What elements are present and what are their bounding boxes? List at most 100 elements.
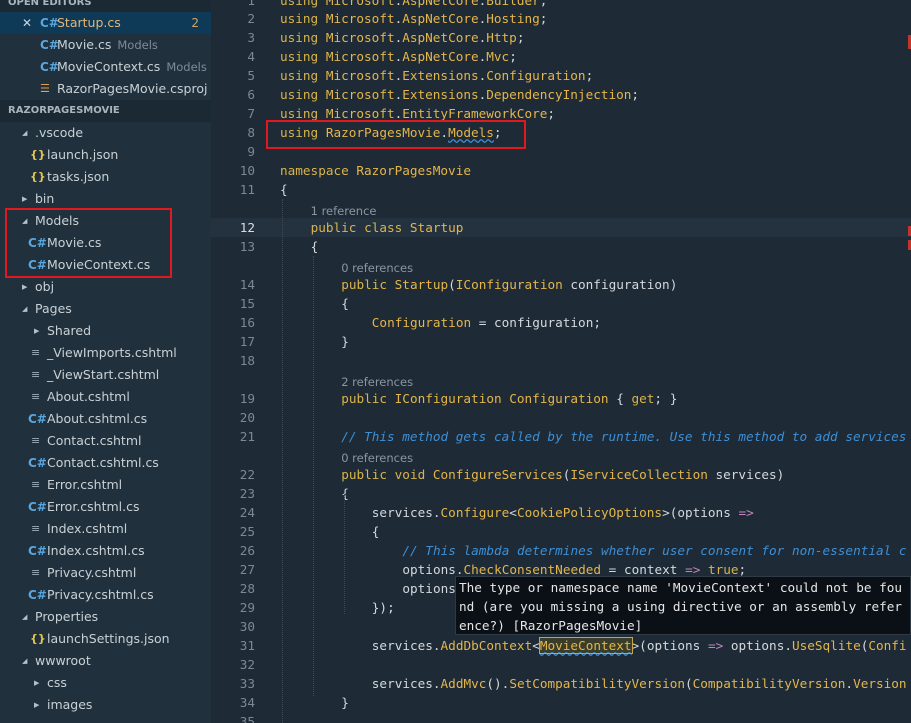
line-number: 34 <box>239 695 255 710</box>
tree-item[interactable]: ◢ wwwroot <box>0 650 211 672</box>
code-line[interactable]: 10 namespace RazorPagesMovie <box>211 161 911 180</box>
tree-item[interactable]: {} launchSettings.json <box>0 628 211 650</box>
tree-item[interactable]: ◢ Properties <box>0 606 211 628</box>
code-text: using Microsoft.AspNetCore.Mvc; <box>280 49 517 64</box>
code-text: public IConfiguration Configuration { ge… <box>341 391 678 406</box>
code-lens-references[interactable]: 0 references <box>341 260 413 276</box>
code-line[interactable]: 35 <box>211 712 911 723</box>
code-line[interactable]: 22 public void ConfigureServices(IService… <box>211 465 911 484</box>
code-line[interactable]: 33 services.AddMvc().SetCompatibilityVers… <box>211 674 911 693</box>
tree-item[interactable]: C# About.cshtml.cs <box>0 408 211 430</box>
tree-item-label: Contact.cshtml.cs <box>47 455 159 470</box>
code-line[interactable]: 25 { <box>211 522 911 541</box>
line-number: 14 <box>239 277 255 292</box>
code-line[interactable]: 19 public IConfiguration Configuration { … <box>211 389 911 408</box>
razor-file-icon: ≡ <box>31 478 41 491</box>
open-editor-movie[interactable]: C# Movie.cs Models <box>0 34 211 56</box>
code-lens-references[interactable]: 0 references <box>341 450 413 466</box>
json-file-icon: {} <box>30 632 46 645</box>
tree-item[interactable]: C# Index.cshtml.cs <box>0 540 211 562</box>
line-number: 24 <box>239 505 255 520</box>
tree-item-label: Error.cshtml.cs <box>47 499 140 514</box>
line-number: 19 <box>239 391 255 406</box>
line-number: 13 <box>239 239 255 254</box>
code-text: } <box>341 695 349 710</box>
tree-item[interactable]: ◢ .vscode <box>0 122 211 144</box>
project-file-icon: ☰ <box>40 82 50 95</box>
code-line[interactable]: 20 <box>211 408 911 427</box>
chevron-down-icon: ◢ <box>22 613 28 621</box>
tree-item[interactable]: ≡ Privacy.cshtml <box>0 562 211 584</box>
tree-item[interactable]: ≡ About.cshtml <box>0 386 211 408</box>
line-number: 5 <box>247 68 255 83</box>
code-line[interactable]: 4 using Microsoft.AspNetCore.Mvc; <box>211 47 911 66</box>
code-line[interactable]: 26 // This lambda determines whether user… <box>211 541 911 560</box>
line-number: 35 <box>239 714 255 723</box>
open-editor-label: Movie.cs <box>57 37 112 52</box>
project-header[interactable]: RAZORPAGESMOVIE <box>0 100 211 122</box>
code-line[interactable]: 17} <box>211 332 911 351</box>
code-line[interactable]: 24 services.Configure<CookiePolicyOptions… <box>211 503 911 522</box>
code-line[interactable]: 14 public Startup(IConfiguration configur… <box>211 275 911 294</box>
close-icon[interactable]: ✕ <box>22 12 32 34</box>
tree-item-label: Shared <box>47 323 92 338</box>
code-line[interactable]: 32 <box>211 655 911 674</box>
line-number: 8 <box>247 125 255 140</box>
line-number: 10 <box>239 163 255 178</box>
tree-item[interactable]: C# Error.cshtml.cs <box>0 496 211 518</box>
tree-item[interactable]: ▶ bin <box>0 188 211 210</box>
code-line[interactable]: 11 { <box>211 180 911 199</box>
razor-file-icon: ≡ <box>31 390 41 403</box>
tree-item[interactable]: {} launch.json <box>0 144 211 166</box>
line-number: 32 <box>239 657 255 672</box>
tree-item[interactable]: C# Contact.cshtml.cs <box>0 452 211 474</box>
tree-item[interactable]: ≡ _ViewImports.cshtml <box>0 342 211 364</box>
line-number: 23 <box>239 486 255 501</box>
code-lens-references[interactable]: 2 references <box>341 374 413 390</box>
tree-item[interactable]: ▶ Shared <box>0 320 211 342</box>
code-line[interactable]: 5 using Microsoft.Extensions.Configuratio… <box>211 66 911 85</box>
open-editor-label: RazorPagesMovie.csproj <box>57 81 208 96</box>
tree-item[interactable]: ≡ Index.cshtml <box>0 518 211 540</box>
tree-item[interactable]: ▶ obj <box>0 276 211 298</box>
open-editor-startup[interactable]: ✕ C# Startup.cs 2 <box>0 12 211 34</box>
tree-item-label: Index.cshtml.cs <box>47 543 145 558</box>
csharp-file-icon: C# <box>28 412 47 426</box>
open-editor-folder: Models <box>166 60 207 74</box>
code-line[interactable]: 21 // This method gets called by the runt… <box>211 427 911 446</box>
line-number: 15 <box>239 296 255 311</box>
code-line[interactable]: 31 services.AddDbContext<MovieContext>(op… <box>211 636 911 655</box>
code-line[interactable]: 13 { <box>211 237 911 256</box>
code-line[interactable]: 2 using Microsoft.AspNetCore.Hosting; <box>211 9 911 28</box>
tree-item-label: Contact.cshtml <box>47 433 142 448</box>
tree-item[interactable]: ≡ Contact.cshtml <box>0 430 211 452</box>
code-line[interactable]: 3 using Microsoft.AspNetCore.Http; <box>211 28 911 47</box>
chevron-down-icon: ◢ <box>22 305 28 313</box>
open-editor-csproj[interactable]: ☰ RazorPagesMovie.csproj <box>0 78 211 100</box>
code-line[interactable]: 16 Configuration = configuration; <box>211 313 911 332</box>
code-line[interactable]: 18 <box>211 351 911 370</box>
code-text: { <box>310 239 319 254</box>
tree-item[interactable]: ◢ Pages <box>0 298 211 320</box>
code-line[interactable]: 23 { <box>211 484 911 503</box>
tree-item[interactable]: C# Privacy.cshtml.cs <box>0 584 211 606</box>
code-line[interactable]: 15 { <box>211 294 911 313</box>
chevron-right-icon: ▶ <box>22 283 28 291</box>
csharp-file-icon: C# <box>28 544 47 558</box>
tree-item-label: images <box>47 697 93 712</box>
open-editor-moviecontext[interactable]: C# MovieContext.cs Models <box>0 56 211 78</box>
code-text: // This method gets called by the runtim… <box>341 429 907 444</box>
line-number: 9 <box>247 144 255 159</box>
code-line[interactable]: 34} <box>211 693 911 712</box>
tree-item[interactable]: ▶ images <box>0 694 211 716</box>
code-line[interactable]: 6 using Microsoft.Extensions.DependencyIn… <box>211 85 911 104</box>
tree-item[interactable]: ≡ Error.cshtml <box>0 474 211 496</box>
code-text: } <box>341 334 349 349</box>
code-lens-references[interactable]: 1 reference <box>311 203 377 219</box>
tree-item[interactable]: ▶ css <box>0 672 211 694</box>
code-line[interactable]: 12 public class Startup <box>211 218 911 237</box>
line-number: 20 <box>239 410 255 425</box>
tree-item[interactable]: ≡ _ViewStart.cshtml <box>0 364 211 386</box>
chevron-right-icon: ▶ <box>34 327 40 335</box>
tree-item[interactable]: {} tasks.json <box>0 166 211 188</box>
